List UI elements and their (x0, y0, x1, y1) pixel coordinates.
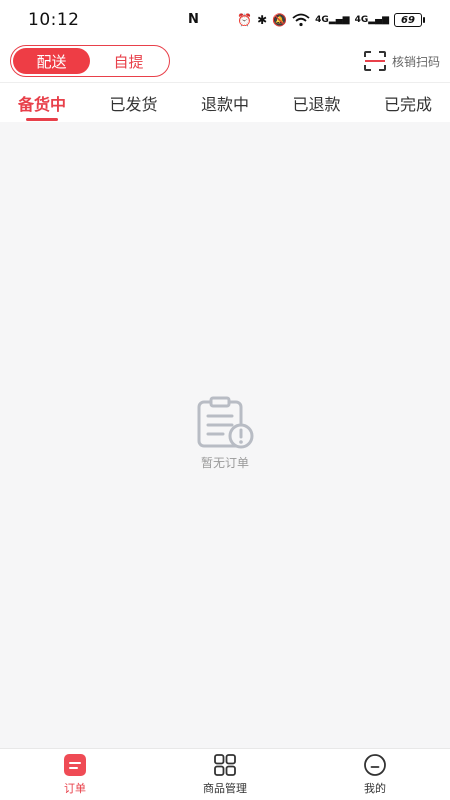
alarm-icon: ⏰ (237, 13, 253, 27)
empty-state-text: 暂无订单 (200, 456, 249, 470)
nav-label-orders: 订单 (64, 782, 86, 795)
order-list[interactable]: 暂无订单 (0, 122, 450, 748)
nav-label-profile: 我的 (364, 782, 386, 795)
profile-icon (364, 754, 386, 776)
signal-icon-2: 4G▂▄▆ (354, 15, 389, 25)
wifi-icon (292, 13, 310, 27)
nav-item-profile[interactable]: 我的 (300, 753, 450, 796)
empty-state: 暂无订单 (0, 396, 450, 471)
tab-completed[interactable]: 已完成 (384, 83, 432, 123)
nav-label-products: 商品管理 (203, 782, 247, 795)
order-icon (64, 754, 86, 776)
empty-order-icon (197, 396, 254, 449)
delivery-mode-switch: 配送 自提 (10, 45, 170, 77)
signal-icon-1: 4G▂▄▆ (315, 15, 350, 25)
order-status-tabs: 备货中 已发货 退款中 已退款 已完成 (0, 82, 450, 122)
mute-icon: 🔕 (272, 13, 288, 27)
bottom-nav: 订单 商品管理 我的 (0, 748, 450, 800)
tab-preparing[interactable]: 备货中 (18, 83, 66, 123)
status-bar: 10:12 N ⏰ ✱ 🔕 4G▂▄▆ 4G▂▄▆ 69 (0, 0, 450, 40)
nav-item-products[interactable]: 商品管理 (150, 753, 300, 796)
bluetooth-icon: ✱ (257, 13, 268, 27)
tab-refunding[interactable]: 退款中 (201, 83, 249, 123)
top-bar: 配送 自提 核销扫码 (0, 40, 450, 82)
tab-shipped[interactable]: 已发货 (109, 83, 157, 123)
status-indicators: ⏰ ✱ 🔕 4G▂▄▆ 4G▂▄▆ 69 (237, 13, 425, 27)
scan-label: 核销扫码 (391, 54, 440, 69)
nfc-icon: N (188, 12, 199, 27)
status-time: 10:12 (28, 10, 80, 30)
grid-icon (214, 754, 236, 776)
mode-pickup-button[interactable]: 自提 (90, 48, 167, 74)
scan-icon (363, 51, 386, 71)
scan-verify-button[interactable]: 核销扫码 (363, 51, 440, 71)
tab-refunded[interactable]: 已退款 (292, 83, 340, 123)
battery-icon: 69 (394, 13, 425, 27)
mode-delivery-button[interactable]: 配送 (13, 48, 90, 74)
nav-item-orders[interactable]: 订单 (0, 753, 150, 796)
